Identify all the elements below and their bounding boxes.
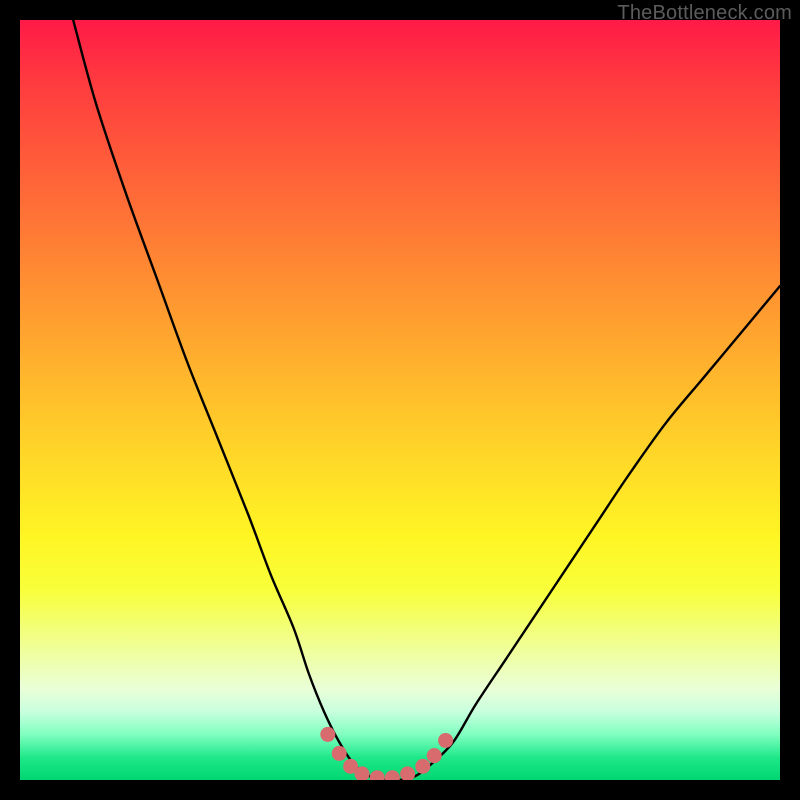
marker-dot	[400, 766, 415, 780]
marker-dot	[370, 770, 385, 780]
bottleneck-curve	[73, 20, 780, 780]
marker-dot	[415, 759, 430, 774]
chart-svg	[20, 20, 780, 780]
marker-dot	[320, 727, 335, 742]
marker-dot	[385, 770, 400, 780]
bottleneck-markers	[320, 727, 453, 780]
plot-area	[20, 20, 780, 780]
marker-dot	[332, 746, 347, 761]
marker-dot	[427, 748, 442, 763]
chart-frame: TheBottleneck.com	[0, 0, 800, 800]
marker-dot	[438, 733, 453, 748]
